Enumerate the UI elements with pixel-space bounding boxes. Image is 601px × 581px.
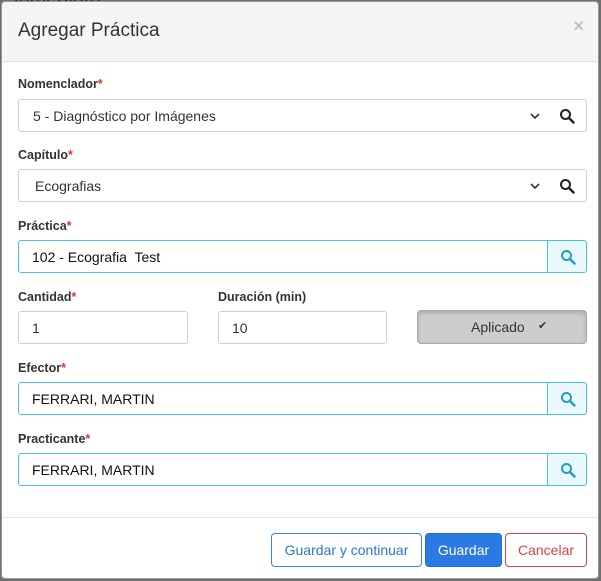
efector-label-text: Efector (18, 361, 62, 375)
chevron-down-icon (530, 113, 540, 120)
modal-title: Agregar Práctica (18, 20, 160, 41)
practicante-input[interactable]: FERRARI, MARTIN (18, 453, 548, 486)
practicante-value: FERRARI, MARTIN (32, 462, 155, 478)
save-button[interactable]: Guardar (425, 533, 502, 567)
required-marker: * (61, 361, 66, 375)
capitulo-search-button[interactable] (547, 169, 587, 202)
search-icon (560, 109, 575, 124)
cantidad-input[interactable]: 1 (18, 311, 188, 344)
nomenclador-search-button[interactable] (547, 99, 587, 132)
duracion-label: Duración (min) (218, 290, 307, 304)
check-icon: ✔ (538, 320, 548, 332)
practicante-label-text: Practicante (18, 432, 86, 446)
efector-input[interactable]: FERRARI, MARTIN (18, 382, 548, 415)
cantidad-value: 1 (32, 320, 40, 336)
required-marker: * (71, 290, 77, 304)
search-icon (561, 392, 576, 407)
capitulo-label-text: Capítulo (18, 148, 68, 162)
footer-divider (2, 517, 598, 518)
efector-value: FERRARI, MARTIN (32, 391, 155, 407)
practica-value: 102 - Ecografia Test (32, 249, 161, 265)
practica-search-button[interactable] (547, 240, 587, 273)
search-icon (560, 179, 575, 194)
required-marker: * (97, 77, 103, 91)
save-and-continue-button[interactable]: Guardar y continuar (271, 533, 422, 567)
modal-header: Agregar Práctica × (2, 2, 598, 62)
nomenclador-value: 5 - Diagnóstico por Imágenes (33, 108, 216, 124)
close-icon[interactable]: × (573, 16, 584, 37)
required-marker: * (68, 148, 73, 162)
chevron-down-icon (530, 183, 540, 190)
capitulo-select[interactable]: Ecografias (18, 169, 548, 202)
required-marker: * (66, 219, 72, 233)
aplicado-toggle[interactable]: Aplicado ✔ (417, 310, 587, 344)
aplicado-label: Aplicado (471, 319, 525, 335)
practica-input[interactable]: 102 - Ecografia Test (18, 240, 548, 273)
nomenclador-select[interactable]: 5 - Diagnóstico por Imágenes (18, 99, 548, 132)
cancel-button[interactable]: Cancelar (505, 533, 587, 567)
cantidad-label-text: Cantidad (18, 290, 72, 304)
required-marker: * (85, 432, 91, 446)
duracion-value: 10 (232, 320, 248, 336)
practica-label: Práctica* (18, 219, 72, 233)
nomenclador-label-text: Nomenclador (18, 77, 98, 91)
cantidad-label: Cantidad* (18, 290, 76, 304)
search-icon (561, 250, 576, 265)
duracion-input[interactable]: 10 (218, 311, 387, 344)
search-icon (561, 463, 576, 478)
nomenclador-label: Nomenclador* (18, 77, 103, 91)
agregar-practica-modal: Agregar Práctica × Nomenclador* 5 - Diag… (1, 1, 599, 579)
capitulo-label: Capítulo* (18, 148, 73, 162)
efector-label: Efector* (18, 361, 66, 375)
practicante-label: Practicante* (18, 432, 90, 446)
practicante-search-button[interactable] (547, 453, 587, 486)
practica-label-text: Práctica (18, 219, 67, 233)
capitulo-value: Ecografias (35, 178, 102, 194)
efector-search-button[interactable] (547, 382, 587, 415)
